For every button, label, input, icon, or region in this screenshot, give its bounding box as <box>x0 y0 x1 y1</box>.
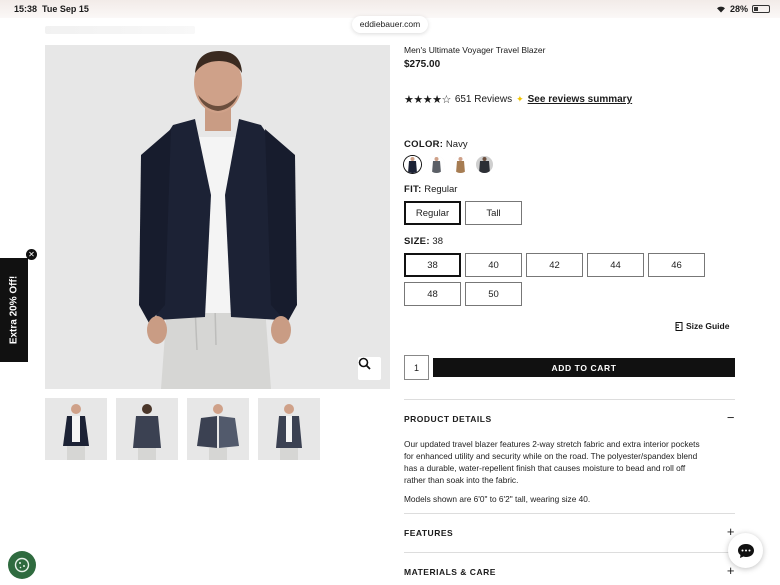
product-page: 15:38 Tue Sep 15 28% eddiebauer.com Extr… <box>0 0 780 585</box>
status-right: 28% <box>716 4 770 14</box>
details-models: Models shown are 6'0" to 6'2" tall, wear… <box>404 494 591 504</box>
cookie-icon <box>14 557 30 573</box>
product-details-header[interactable]: PRODUCT DETAILS − <box>404 411 735 424</box>
details-description: Our updated travel blazer features 2-way… <box>404 439 700 485</box>
reviews-row: ★★★★☆ 651 Reviews ✦ See reviews summary <box>404 93 632 106</box>
swatch-image <box>428 156 445 173</box>
model-illustration <box>139 51 297 389</box>
product-details-body: Our updated travel blazer features 2-way… <box>404 438 709 505</box>
swatch-image <box>452 156 469 173</box>
rating-stars-icon[interactable]: ★★★★☆ <box>404 93 451 106</box>
size-option-48[interactable]: 48 <box>404 282 461 306</box>
magnifier-icon <box>358 357 371 370</box>
size-label: SIZE: <box>404 236 430 247</box>
fit-label: FIT: <box>404 184 422 195</box>
size-label-row: SIZE: 38 <box>404 236 443 247</box>
swatch-image <box>476 156 493 173</box>
divider <box>404 552 735 553</box>
materials-care-title: MATERIALS & CARE <box>404 567 496 577</box>
fit-value: Regular <box>424 184 458 195</box>
status-time: 15:38 <box>14 4 38 14</box>
add-to-cart-button[interactable]: ADD TO CART <box>433 358 735 377</box>
product-price: $275.00 <box>404 59 441 70</box>
features-header[interactable]: FEATURES + <box>404 525 735 538</box>
swatch-charcoal[interactable] <box>476 156 493 173</box>
size-option-50[interactable]: 50 <box>465 282 522 306</box>
address-bar[interactable]: eddiebauer.com <box>352 16 428 33</box>
size-option-46[interactable]: 46 <box>648 253 705 277</box>
color-label-row: COLOR: Navy <box>404 139 468 150</box>
size-guide-link[interactable]: Size Guide <box>675 321 729 331</box>
thumbnail-front[interactable] <box>45 398 107 460</box>
promo-label: Extra 20% Off! <box>8 275 20 345</box>
product-title: Men's Ultimate Voyager Travel Blazer <box>404 45 546 55</box>
swatch-image <box>404 156 421 173</box>
divider <box>404 399 735 400</box>
chat-bubble-icon <box>737 543 754 558</box>
expand-icon[interactable]: + <box>727 564 735 577</box>
promo-tab[interactable]: Extra 20% Off! <box>0 258 28 362</box>
size-guide-label: Size Guide <box>686 321 730 331</box>
cookie-settings-button[interactable] <box>8 551 36 579</box>
size-option-40[interactable]: 40 <box>465 253 522 277</box>
color-swatches <box>404 156 493 173</box>
collapse-icon[interactable]: − <box>727 411 735 424</box>
zoom-button[interactable] <box>358 357 381 380</box>
size-option-44[interactable]: 44 <box>587 253 644 277</box>
quantity-input[interactable]: 1 <box>404 355 429 380</box>
fit-label-row: FIT: Regular <box>404 184 457 195</box>
thumbnail-strip <box>45 398 320 460</box>
thumbnail-open-jacket[interactable] <box>187 398 249 460</box>
color-value: Navy <box>445 139 468 150</box>
reviews-count[interactable]: 651 Reviews <box>455 94 512 105</box>
ruler-icon <box>675 321 683 331</box>
divider <box>404 513 735 514</box>
size-value: 38 <box>432 236 443 247</box>
thumbnail-image <box>197 404 239 460</box>
fit-option-tall[interactable]: Tall <box>465 201 522 225</box>
status-date: Tue Sep 15 <box>42 4 89 14</box>
size-option-38[interactable]: 38 <box>404 253 461 277</box>
thumbnail-image <box>63 404 89 460</box>
battery-icon <box>752 5 770 13</box>
materials-care-header[interactable]: MATERIALS & CARE + <box>404 564 735 577</box>
swatch-tan[interactable] <box>452 156 469 173</box>
main-product-image[interactable] <box>45 45 390 389</box>
thumbnail-side[interactable] <box>258 398 320 460</box>
features-title: FEATURES <box>404 528 454 538</box>
chat-button[interactable] <box>728 533 763 568</box>
wifi-icon <box>716 6 725 13</box>
breadcrumb[interactable] <box>45 26 195 34</box>
swatch-gray[interactable] <box>428 156 445 173</box>
sparkle-icon: ✦ <box>516 94 524 104</box>
promo-close-icon[interactable]: ✕ <box>26 249 37 260</box>
thumbnail-image <box>276 404 302 460</box>
thumbnail-back[interactable] <box>116 398 178 460</box>
thumbnail-image <box>133 404 161 460</box>
size-option-42[interactable]: 42 <box>526 253 583 277</box>
fit-option-regular[interactable]: Regular <box>404 201 461 225</box>
battery-percent: 28% <box>729 4 748 14</box>
product-details-title: PRODUCT DETAILS <box>404 414 492 424</box>
swatch-navy[interactable] <box>404 156 421 173</box>
reviews-summary-link[interactable]: See reviews summary <box>528 94 633 105</box>
color-label: COLOR: <box>404 139 444 150</box>
